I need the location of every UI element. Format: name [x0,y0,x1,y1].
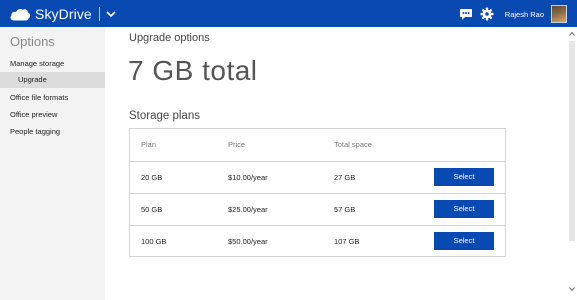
select-plan-button[interactable]: Select [434,200,494,218]
storage-plans-heading: Storage plans [129,110,200,122]
table-row: 50 GB $25.00/year 57 GB Select [130,193,505,226]
user-name[interactable]: Rajesh Rao [505,10,544,19]
sidebar: Options Manage storage Upgrade Office fi… [0,27,105,300]
select-plan-button[interactable]: Select [434,232,494,250]
sidebar-item-manage-storage[interactable]: Manage storage [0,56,105,72]
plan-price: $10.00/year [228,173,268,182]
vertical-scrollbar[interactable] [567,27,577,300]
topbar-right: Rajesh Rao [452,4,567,24]
chevron-down-icon[interactable] [106,10,116,18]
plan-price: $50.00/year [228,237,268,246]
plan-size: 20 GB [141,173,163,182]
plan-total-space: 57 GB [334,205,356,214]
scroll-up-icon[interactable] [569,31,575,37]
column-header-plan: Plan [141,140,157,149]
page-title: Upgrade options [129,32,210,44]
brand-divider [98,7,100,21]
sidebar-title: Options [10,34,55,49]
top-bar: SkyDrive Rajesh Rao [0,0,577,27]
cloud-logo-icon [10,8,31,21]
table-header-row: Plan Price Total space [130,129,505,161]
plan-total-space: 27 GB [334,173,356,182]
messenger-icon[interactable] [459,7,473,21]
avatar[interactable] [551,5,567,23]
table-row: 100 GB $50.00/year 107 GB Select [130,225,505,258]
plan-size: 100 GB [141,237,167,246]
column-header-total-space: Total space [334,140,372,149]
select-plan-button[interactable]: Select [434,168,494,186]
storage-plans-table: Plan Price Total space 20 GB $10.00/year… [129,128,506,257]
table-row: 20 GB $10.00/year 27 GB Select [130,161,505,194]
sidebar-item-office-file-formats[interactable]: Office file formats [0,90,105,106]
scroll-down-icon[interactable] [569,286,575,292]
brand-name[interactable]: SkyDrive [35,6,92,22]
plan-size: 50 GB [141,205,163,214]
brand[interactable]: SkyDrive [9,5,116,23]
plan-price: $25.00/year [228,205,268,214]
gear-icon[interactable] [480,7,494,21]
plan-total-space: 107 GB [334,237,360,246]
column-header-price: Price [228,140,246,149]
sidebar-item-office-preview[interactable]: Office preview [0,107,105,123]
sidebar-item-upgrade[interactable]: Upgrade [0,72,105,88]
sidebar-item-people-tagging[interactable]: People tagging [0,124,105,140]
storage-total: 7 GB total [128,55,258,86]
scrollbar-thumb[interactable] [569,41,575,241]
